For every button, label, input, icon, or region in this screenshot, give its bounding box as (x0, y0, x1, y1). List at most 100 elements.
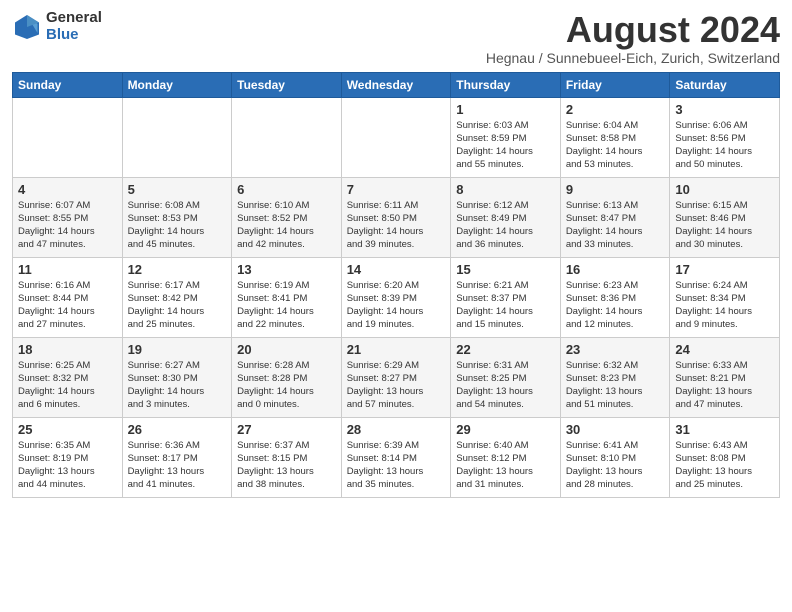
logo-icon (12, 12, 42, 42)
day-number: 5 (128, 182, 227, 197)
day-cell: 4Sunrise: 6:07 AM Sunset: 8:55 PM Daylig… (13, 177, 123, 257)
day-info: Sunrise: 6:33 AM Sunset: 8:21 PM Dayligh… (675, 359, 774, 412)
day-cell: 3 Sunrise: 6:06 AM Sunset: 8:56 PM Daylig… (670, 97, 780, 177)
header-cell-tuesday: Tuesday (232, 72, 342, 97)
day-cell: 7 Sunrise: 6:11 AM Sunset: 8:50 PM Daylig… (341, 177, 451, 257)
day-info: Sunrise: 6:32 AM Sunset: 8:23 PM Dayligh… (566, 359, 665, 412)
day-cell: 29 Sunrise: 6:40 AM Sunset: 8:12 PM Dayli… (451, 417, 561, 497)
day-cell (232, 97, 342, 177)
week-row-1: 1 Sunrise: 6:03 AM Sunset: 8:59 PM Daylig… (13, 97, 780, 177)
day-cell: 11 Sunrise: 6:16 AM Sunset: 8:44 PM Dayli… (13, 257, 123, 337)
day-info: Sunrise: 6:15 AM Sunset: 8:46 PM Dayligh… (675, 199, 774, 252)
day-number: 19 (128, 342, 227, 357)
day-cell: 17 Sunrise: 6:24 AM Sunset: 8:34 PM Dayli… (670, 257, 780, 337)
logo-general: General (46, 10, 102, 27)
day-number: 12 (128, 262, 227, 277)
day-info: Sunrise: 6:12 AM Sunset: 8:49 PM Dayligh… (456, 199, 555, 252)
day-info: Sunrise: 6:28 AM Sunset: 8:28 PM Dayligh… (237, 359, 336, 412)
day-info: Sunrise: 6:43 AM Sunset: 8:08 PM Dayligh… (675, 439, 774, 492)
day-cell: 1 Sunrise: 6:03 AM Sunset: 8:59 PM Daylig… (451, 97, 561, 177)
day-info: Sunrise: 6:16 AM Sunset: 8:44 PM Dayligh… (18, 279, 117, 332)
header-cell-saturday: Saturday (670, 72, 780, 97)
day-info: Sunrise: 6:25 AM Sunset: 8:32 PM Dayligh… (18, 359, 117, 412)
day-info: Sunrise: 6:20 AM Sunset: 8:39 PM Dayligh… (347, 279, 446, 332)
day-info: Sunrise: 6:17 AM Sunset: 8:42 PM Dayligh… (128, 279, 227, 332)
day-number: 23 (566, 342, 665, 357)
day-info: Sunrise: 6:27 AM Sunset: 8:30 PM Dayligh… (128, 359, 227, 412)
day-number: 16 (566, 262, 665, 277)
day-cell: 18Sunrise: 6:25 AM Sunset: 8:32 PM Dayli… (13, 337, 123, 417)
header-cell-monday: Monday (122, 72, 232, 97)
day-info: Sunrise: 6:06 AM Sunset: 8:56 PM Dayligh… (675, 119, 774, 172)
week-row-2: 4Sunrise: 6:07 AM Sunset: 8:55 PM Daylig… (13, 177, 780, 257)
header-row: SundayMondayTuesdayWednesdayThursdayFrid… (13, 72, 780, 97)
day-info: Sunrise: 6:41 AM Sunset: 8:10 PM Dayligh… (566, 439, 665, 492)
day-cell: 21Sunrise: 6:29 AM Sunset: 8:27 PM Dayli… (341, 337, 451, 417)
day-cell: 5 Sunrise: 6:08 AM Sunset: 8:53 PM Daylig… (122, 177, 232, 257)
day-number: 8 (456, 182, 555, 197)
day-number: 22 (456, 342, 555, 357)
day-number: 9 (566, 182, 665, 197)
day-number: 30 (566, 422, 665, 437)
day-cell: 28 Sunrise: 6:39 AM Sunset: 8:14 PM Dayli… (341, 417, 451, 497)
day-info: Sunrise: 6:03 AM Sunset: 8:59 PM Dayligh… (456, 119, 555, 172)
header-cell-thursday: Thursday (451, 72, 561, 97)
day-number: 27 (237, 422, 336, 437)
day-cell: 9 Sunrise: 6:13 AM Sunset: 8:47 PM Daylig… (560, 177, 670, 257)
page: General Blue August 2024 Hegnau / Sunneb… (0, 0, 792, 612)
day-number: 11 (18, 262, 117, 277)
day-number: 29 (456, 422, 555, 437)
day-info: Sunrise: 6:11 AM Sunset: 8:50 PM Dayligh… (347, 199, 446, 252)
day-cell: 16 Sunrise: 6:23 AM Sunset: 8:36 PM Dayli… (560, 257, 670, 337)
day-info: Sunrise: 6:23 AM Sunset: 8:36 PM Dayligh… (566, 279, 665, 332)
day-info: Sunrise: 6:35 AM Sunset: 8:19 PM Dayligh… (18, 439, 117, 492)
day-number: 1 (456, 102, 555, 117)
day-info: Sunrise: 6:40 AM Sunset: 8:12 PM Dayligh… (456, 439, 555, 492)
day-number: 21 (347, 342, 446, 357)
day-info: Sunrise: 6:37 AM Sunset: 8:15 PM Dayligh… (237, 439, 336, 492)
day-info: Sunrise: 6:13 AM Sunset: 8:47 PM Dayligh… (566, 199, 665, 252)
day-number: 26 (128, 422, 227, 437)
day-cell: 20Sunrise: 6:28 AM Sunset: 8:28 PM Dayli… (232, 337, 342, 417)
logo: General Blue (12, 10, 102, 43)
day-cell (13, 97, 123, 177)
day-number: 10 (675, 182, 774, 197)
day-number: 3 (675, 102, 774, 117)
calendar-subtitle: Hegnau / Sunnebueel-Eich, Zurich, Switze… (486, 50, 780, 66)
day-number: 31 (675, 422, 774, 437)
day-cell: 13Sunrise: 6:19 AM Sunset: 8:41 PM Dayli… (232, 257, 342, 337)
day-cell: 2Sunrise: 6:04 AM Sunset: 8:58 PM Daylig… (560, 97, 670, 177)
logo-text: General Blue (46, 10, 102, 43)
header-cell-wednesday: Wednesday (341, 72, 451, 97)
day-number: 4 (18, 182, 117, 197)
day-number: 15 (456, 262, 555, 277)
day-cell: 14Sunrise: 6:20 AM Sunset: 8:39 PM Dayli… (341, 257, 451, 337)
day-info: Sunrise: 6:24 AM Sunset: 8:34 PM Dayligh… (675, 279, 774, 332)
day-number: 7 (347, 182, 446, 197)
day-info: Sunrise: 6:31 AM Sunset: 8:25 PM Dayligh… (456, 359, 555, 412)
day-number: 28 (347, 422, 446, 437)
header-cell-friday: Friday (560, 72, 670, 97)
day-cell: 23 Sunrise: 6:32 AM Sunset: 8:23 PM Dayli… (560, 337, 670, 417)
day-cell: 12 Sunrise: 6:17 AM Sunset: 8:42 PM Dayli… (122, 257, 232, 337)
week-row-4: 18Sunrise: 6:25 AM Sunset: 8:32 PM Dayli… (13, 337, 780, 417)
day-number: 6 (237, 182, 336, 197)
day-cell: 19 Sunrise: 6:27 AM Sunset: 8:30 PM Dayli… (122, 337, 232, 417)
day-cell: 8 Sunrise: 6:12 AM Sunset: 8:49 PM Daylig… (451, 177, 561, 257)
day-cell: 22 Sunrise: 6:31 AM Sunset: 8:25 PM Dayli… (451, 337, 561, 417)
day-number: 2 (566, 102, 665, 117)
day-info: Sunrise: 6:39 AM Sunset: 8:14 PM Dayligh… (347, 439, 446, 492)
day-number: 17 (675, 262, 774, 277)
calendar-title: August 2024 (486, 10, 780, 50)
header: General Blue August 2024 Hegnau / Sunneb… (12, 10, 780, 66)
calendar-table: SundayMondayTuesdayWednesdayThursdayFrid… (12, 72, 780, 498)
day-info: Sunrise: 6:08 AM Sunset: 8:53 PM Dayligh… (128, 199, 227, 252)
day-cell (122, 97, 232, 177)
day-cell: 31 Sunrise: 6:43 AM Sunset: 8:08 PM Dayli… (670, 417, 780, 497)
day-cell: 15Sunrise: 6:21 AM Sunset: 8:37 PM Dayli… (451, 257, 561, 337)
day-cell: 24 Sunrise: 6:33 AM Sunset: 8:21 PM Dayli… (670, 337, 780, 417)
day-cell (341, 97, 451, 177)
week-row-3: 11 Sunrise: 6:16 AM Sunset: 8:44 PM Dayli… (13, 257, 780, 337)
day-cell: 6Sunrise: 6:10 AM Sunset: 8:52 PM Daylig… (232, 177, 342, 257)
day-number: 24 (675, 342, 774, 357)
